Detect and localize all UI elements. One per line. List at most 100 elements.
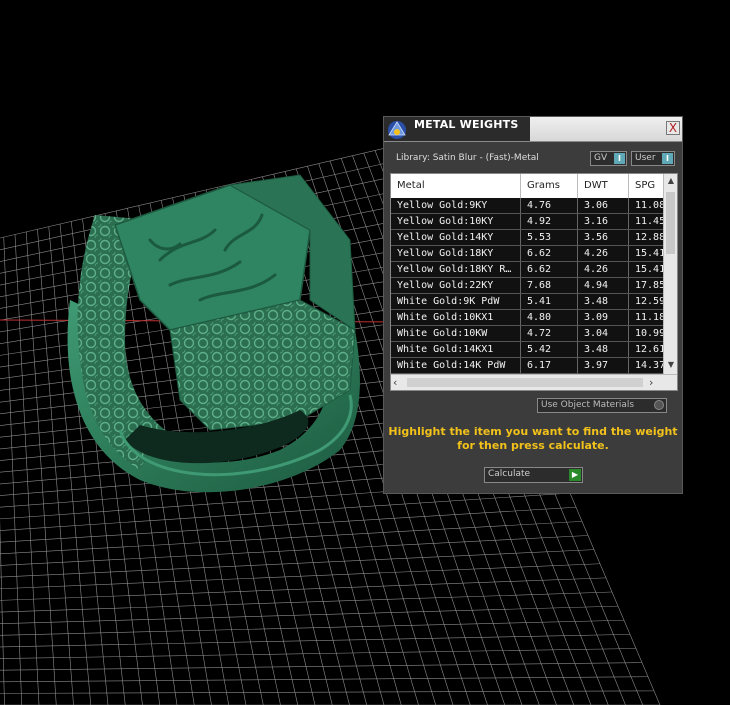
cell-spg: 10.99 <box>635 328 663 339</box>
cell-dwt: 3.16 <box>578 214 629 229</box>
table-row[interactable]: White Gold:14K PdW 6.17 3.97 14.37 <box>391 358 663 374</box>
instruction-line-2: for then press calculate. <box>457 439 609 452</box>
cell-grams: 4.76 <box>521 198 578 213</box>
scroll-down-icon[interactable]: ▼ <box>664 358 677 372</box>
grid-line <box>0 690 655 694</box>
cell-spg: 11.45 <box>635 216 663 227</box>
cell-metal: Yellow Gold:18KY <box>391 246 521 261</box>
cell-dwt: 3.48 <box>578 294 629 309</box>
scroll-right-icon[interactable]: › <box>649 375 653 390</box>
grid-line <box>0 662 643 671</box>
grid-line <box>0 648 637 659</box>
table-row[interactable]: Yellow Gold:18KY 6.62 4.26 15.41 <box>391 246 663 262</box>
cell-spg: 15.41 <box>635 264 663 275</box>
column-header-dwt[interactable]: DWT <box>578 174 629 198</box>
cell-metal: White Gold:14K PdW <box>391 358 521 373</box>
table-row[interactable]: Yellow Gold:22KY 7.68 4.94 17.85 <box>391 278 663 294</box>
user-toggle[interactable]: User I <box>631 151 675 166</box>
grid-line <box>0 535 589 566</box>
table-row[interactable]: White Gold:10KX1 4.80 3.09 11.18 <box>391 310 663 326</box>
library-label: Library: Satin Blur - (Fast)-Metal <box>396 153 539 163</box>
table-header: Metal Grams DWT SPG <box>391 174 663 199</box>
table-row[interactable]: Yellow Gold:9KY 4.76 3.06 11.08 <box>391 198 663 214</box>
use-object-materials-toggle[interactable]: Use Object Materials <box>537 398 667 413</box>
grid-line <box>0 577 607 601</box>
cell-metal: White Gold:9K PdW <box>391 294 521 309</box>
scroll-left-icon[interactable]: ‹ <box>393 375 397 390</box>
cell-spg: 12.88 <box>635 232 663 243</box>
column-header-metal[interactable]: Metal <box>391 174 521 198</box>
ring-model <box>67 174 360 493</box>
cell-grams: 6.62 <box>521 262 578 277</box>
table-row[interactable]: White Gold:14KX1 5.42 3.48 12.61 <box>391 342 663 358</box>
rhino-app-icon <box>388 121 406 139</box>
calculate-button[interactable]: Calculate ▶ <box>484 467 583 483</box>
radio-knob-icon <box>654 400 664 410</box>
column-header-spg[interactable]: SPG <box>629 174 663 198</box>
cell-spg: 12.59 <box>635 296 663 307</box>
play-arrow-icon: ▶ <box>569 469 581 481</box>
gv-toggle-indicator: I <box>614 153 625 164</box>
cell-dwt: 3.48 <box>578 342 629 357</box>
cell-dwt: 3.04 <box>578 326 629 341</box>
cell-dwt: 4.26 <box>578 262 629 277</box>
cell-grams: 6.62 <box>521 246 578 261</box>
calculate-label: Calculate <box>488 469 531 479</box>
instruction-line-1: Highlight the item you want to find the … <box>388 425 678 438</box>
cell-spg: 12.61 <box>635 344 663 355</box>
user-toggle-label: User <box>635 153 656 163</box>
scroll-up-icon[interactable]: ▲ <box>664 174 677 188</box>
cell-grams: 4.80 <box>521 310 578 325</box>
gv-toggle-label: GV <box>594 153 608 163</box>
column-header-grams[interactable]: Grams <box>521 174 578 198</box>
cell-metal: White Gold:10KW <box>391 326 521 341</box>
cell-dwt: 4.94 <box>578 278 629 293</box>
cell-spg: 14.37 <box>635 360 663 371</box>
cell-dwt: 3.97 <box>578 358 629 373</box>
use-object-materials-label: Use Object Materials <box>541 400 635 410</box>
grid-line <box>0 634 631 648</box>
cell-metal: Yellow Gold:14KY <box>391 230 521 245</box>
vertical-scroll-thumb[interactable] <box>666 192 675 254</box>
table-row[interactable]: Yellow Gold:14KY 5.53 3.56 12.88 <box>391 230 663 246</box>
cell-metal: White Gold:10KX1 <box>391 310 521 325</box>
cell-grams: 4.92 <box>521 214 578 229</box>
vertical-scrollbar[interactable]: ▲ ▼ <box>663 174 677 374</box>
table-row[interactable]: Yellow Gold:10KY 4.92 3.16 11.45 <box>391 214 663 230</box>
cell-dwt: 3.56 <box>578 230 629 245</box>
cell-metal: White Gold:14KX1 <box>391 342 521 357</box>
metal-table: Metal Grams DWT SPG Yellow Gold:9KY 4.76 3… <box>390 173 678 391</box>
cell-dwt: 3.09 <box>578 310 629 325</box>
table-row[interactable]: Yellow Gold:18KY R… 6.62 4.26 15.41 <box>391 262 663 278</box>
grid-line <box>0 563 601 590</box>
panel-titlebar[interactable]: METAL WEIGHTS X <box>384 117 682 142</box>
grid-line <box>0 549 595 578</box>
cell-metal: Yellow Gold:10KY <box>391 214 521 229</box>
cell-grams: 6.17 <box>521 358 578 373</box>
close-icon[interactable]: X <box>666 121 680 135</box>
grid-line <box>0 676 649 683</box>
cell-grams: 5.53 <box>521 230 578 245</box>
cell-grams: 5.41 <box>521 294 578 309</box>
table-row[interactable]: White Gold:9K PdW 5.41 3.48 12.59 <box>391 294 663 310</box>
cell-grams: 4.72 <box>521 326 578 341</box>
cell-spg: 15.41 <box>635 248 663 259</box>
cell-grams: 7.68 <box>521 278 578 293</box>
cell-spg: 17.85 <box>635 280 663 291</box>
instruction-text: Highlight the item you want to find the … <box>384 425 682 453</box>
cell-dwt: 4.26 <box>578 246 629 261</box>
horizontal-scrollbar[interactable]: ‹ › <box>391 374 677 390</box>
user-toggle-indicator: I <box>662 153 673 164</box>
cell-spg: 11.08 <box>635 200 663 211</box>
cell-metal: Yellow Gold:22KY <box>391 278 521 293</box>
gv-toggle[interactable]: GV I <box>590 151 627 166</box>
panel-title: METAL WEIGHTS <box>414 118 519 131</box>
cell-grams: 5.42 <box>521 342 578 357</box>
cell-dwt: 3.06 <box>578 198 629 213</box>
metal-weights-panel: METAL WEIGHTS X Library: Satin Blur - (F… <box>383 116 683 494</box>
cell-metal: Yellow Gold:18KY R… <box>391 262 521 277</box>
horizontal-scroll-thumb[interactable] <box>407 378 643 387</box>
table-row[interactable]: White Gold:10KW 4.72 3.04 10.99 <box>391 326 663 342</box>
cell-spg: 11.18 <box>635 312 663 323</box>
panel-title-tab: METAL WEIGHTS <box>384 117 530 141</box>
